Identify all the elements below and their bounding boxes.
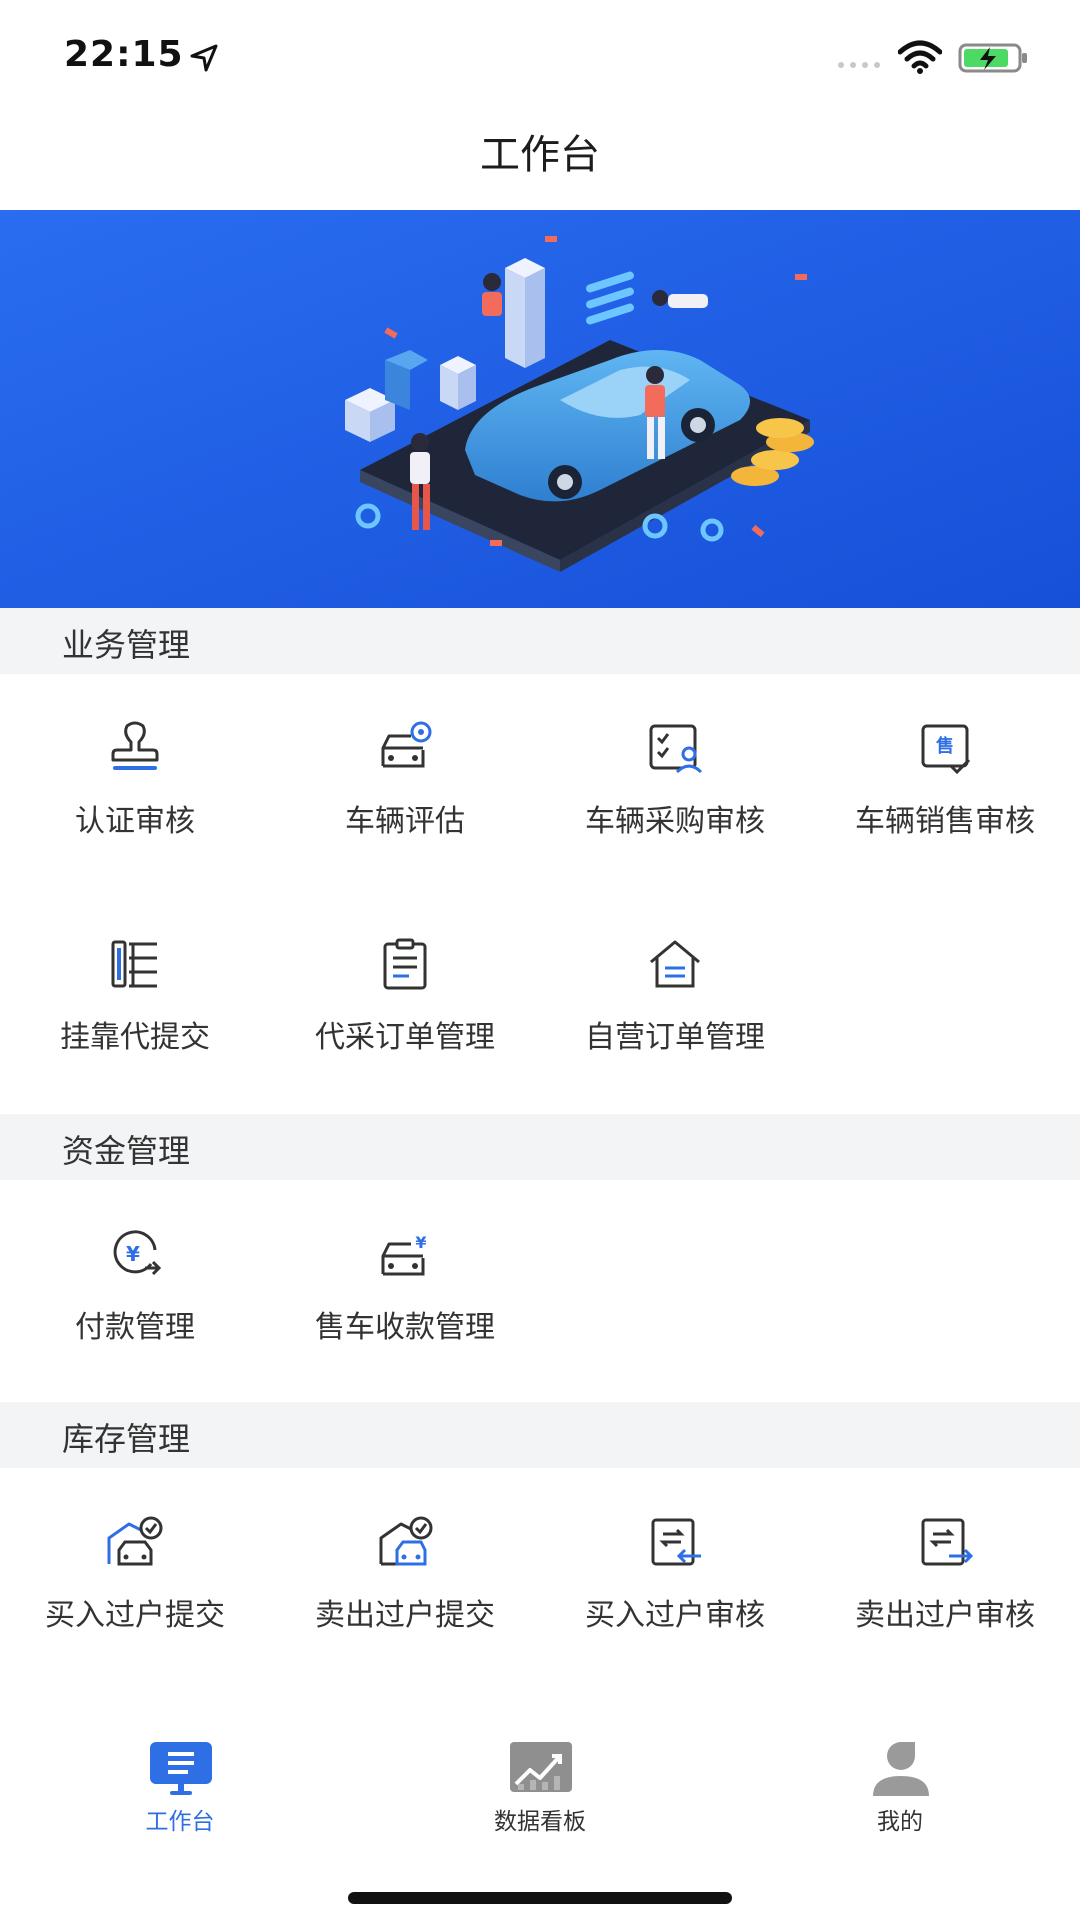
section-header-business: 业务管理 — [0, 608, 1080, 674]
buy-transfer-review-icon — [651, 1518, 701, 1566]
grid-item-label: 卖出过户提交 — [315, 1598, 495, 1633]
grid-item-label: 挂靠代提交 — [60, 1020, 210, 1055]
section-title: 库存管理 — [62, 1420, 191, 1458]
grid-item-label: 车辆评估 — [345, 804, 465, 839]
status-time: 22:15 — [64, 34, 184, 75]
workbench-icon — [150, 1742, 212, 1795]
grid-item-payment[interactable]: ¥ 付款管理 — [0, 1224, 270, 1374]
grid-item-buy-transfer-review[interactable]: 买入过户审核 — [540, 1512, 810, 1662]
grid-item-purchase-review[interactable]: 车辆采购审核 — [540, 718, 810, 868]
grid-item-sell-transfer-review[interactable]: 卖出过户审核 — [810, 1512, 1080, 1662]
data-board-icon — [510, 1742, 572, 1792]
car-evaluate-icon — [381, 721, 432, 768]
proxy-order-icon — [383, 938, 427, 990]
grid-item-affiliate-submit[interactable]: 挂靠代提交 — [0, 934, 270, 1084]
sell-transfer-submit-icon — [379, 1516, 433, 1566]
grid-item-sales-review[interactable]: 售 车辆销售审核 — [810, 718, 1080, 868]
grid-item-vehicle-evaluation[interactable]: 车辆评估 — [270, 718, 540, 868]
grid-item-car-collection[interactable]: ¥ 售车收款管理 — [270, 1224, 540, 1374]
section-title: 业务管理 — [62, 626, 191, 664]
page-title: 工作台 — [480, 132, 600, 178]
section-header-inventory: 库存管理 — [0, 1402, 1080, 1468]
payment-icon: ¥ — [113, 1230, 162, 1276]
status-bar: 22:15 — [0, 0, 1080, 110]
tab-profile[interactable]: 我的 — [800, 1740, 1000, 1840]
grid-item-label: 付款管理 — [75, 1310, 195, 1345]
svg-text:¥: ¥ — [126, 1242, 140, 1266]
sales-review-icon: 售 — [921, 724, 971, 775]
grid-item-label: 代采订单管理 — [315, 1020, 495, 1055]
grid-item-label: 卖出过户审核 — [855, 1598, 1035, 1633]
cellular-signal-icon — [838, 62, 880, 68]
tab-workbench[interactable]: 工作台 — [80, 1740, 280, 1840]
section-header-finance: 资金管理 — [0, 1114, 1080, 1180]
sell-transfer-review-icon — [921, 1518, 974, 1566]
grid-item-self-order[interactable]: 自营订单管理 — [540, 934, 810, 1084]
profile-icon — [873, 1742, 929, 1796]
grid-item-proxy-order[interactable]: 代采订单管理 — [270, 934, 540, 1084]
grid-item-label: 买入过户审核 — [585, 1598, 765, 1633]
affiliate-submit-icon — [111, 940, 157, 988]
grid-item-auth-review[interactable]: 认证审核 — [0, 718, 270, 868]
wifi-icon — [898, 40, 942, 74]
grid-item-buy-transfer-submit[interactable]: 买入过户提交 — [0, 1512, 270, 1662]
svg-text:售: 售 — [936, 735, 954, 757]
home-indicator — [348, 1892, 732, 1904]
tab-data-board[interactable]: 数据看板 — [440, 1740, 640, 1840]
car-collection-icon: ¥ — [381, 1233, 427, 1276]
section-title: 资金管理 — [62, 1132, 191, 1170]
tab-label: 我的 — [877, 1809, 923, 1835]
svg-text:¥: ¥ — [415, 1233, 426, 1252]
grid-item-sell-transfer-submit[interactable]: 卖出过户提交 — [270, 1512, 540, 1662]
stamp-icon — [111, 721, 159, 770]
self-order-icon — [650, 940, 700, 988]
battery-charging-icon — [958, 43, 1027, 73]
buy-transfer-submit-icon — [107, 1516, 163, 1566]
grid-item-label: 买入过户提交 — [45, 1598, 225, 1633]
grid-item-label: 售车收款管理 — [315, 1310, 495, 1345]
grid-item-label: 车辆销售审核 — [855, 804, 1035, 839]
grid-item-label: 自营订单管理 — [585, 1020, 765, 1055]
tab-label: 工作台 — [145, 1809, 215, 1835]
location-arrow-icon — [190, 44, 218, 72]
tab-label: 数据看板 — [494, 1809, 586, 1835]
grid-item-label: 车辆采购审核 — [585, 804, 765, 839]
purchase-review-icon — [649, 724, 703, 774]
grid-item-label: 认证审核 — [75, 804, 195, 839]
banner-image — [0, 210, 1080, 608]
